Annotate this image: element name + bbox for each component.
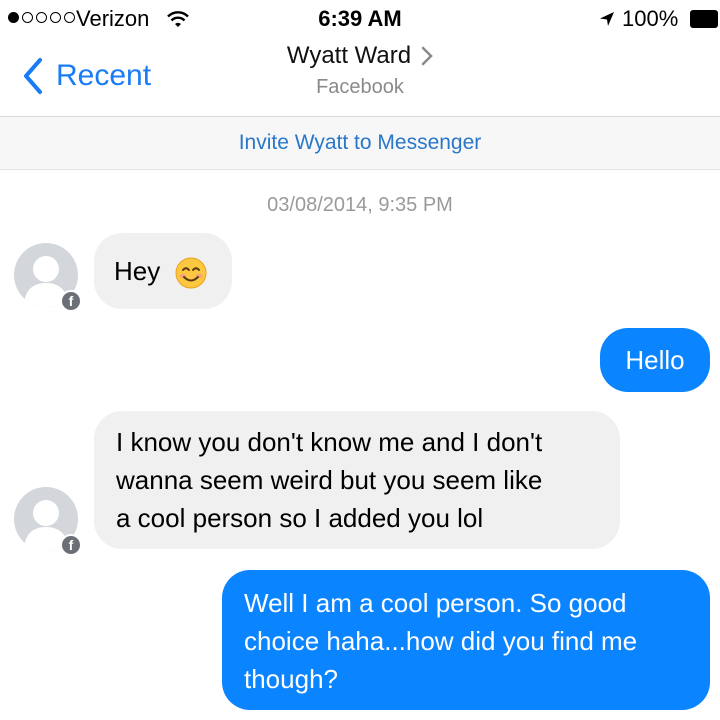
message-line: a cool person so I added you lol (116, 503, 484, 533)
message-line: choice haha...how did you find me (244, 626, 638, 656)
message-bubble-outgoing: Hello (600, 328, 710, 392)
message-line: wanna seem weird but you seem like (116, 465, 543, 495)
facebook-badge-icon: f (60, 290, 82, 312)
battery-percent: 100% (622, 6, 679, 31)
message-line: Well I am a cool person. So good (244, 588, 627, 618)
message-bubble-incoming: Hey (94, 233, 232, 309)
conversation-timestamp: 03/08/2014, 9:35 PM (267, 194, 453, 216)
invite-to-messenger-link[interactable]: Invite Wyatt to Messenger (0, 116, 720, 170)
smiling-face-icon (175, 257, 207, 289)
nav-bar: Recent Wyatt Ward Facebook (0, 38, 720, 116)
message-line: though? (244, 664, 338, 694)
battery-icon (690, 10, 718, 28)
contact-header[interactable]: Wyatt Ward Facebook (0, 42, 720, 99)
message-bubble-outgoing: Well I am a cool person. So good choice … (222, 570, 710, 710)
contact-name: Wyatt Ward (286, 42, 412, 69)
message-bubble-incoming: I know you don't know me and I don't wan… (94, 411, 620, 549)
chevron-right-icon (421, 46, 433, 66)
location-arrow-icon (600, 12, 614, 26)
message-line: I know you don't know me and I don't (116, 427, 543, 457)
message-text: Hello (625, 345, 685, 375)
status-bar: Verizon 6:39 AM 100% (0, 0, 720, 38)
message-text: Hey (114, 256, 161, 286)
contact-source: Facebook (316, 76, 404, 98)
facebook-badge-icon: f (60, 534, 82, 556)
